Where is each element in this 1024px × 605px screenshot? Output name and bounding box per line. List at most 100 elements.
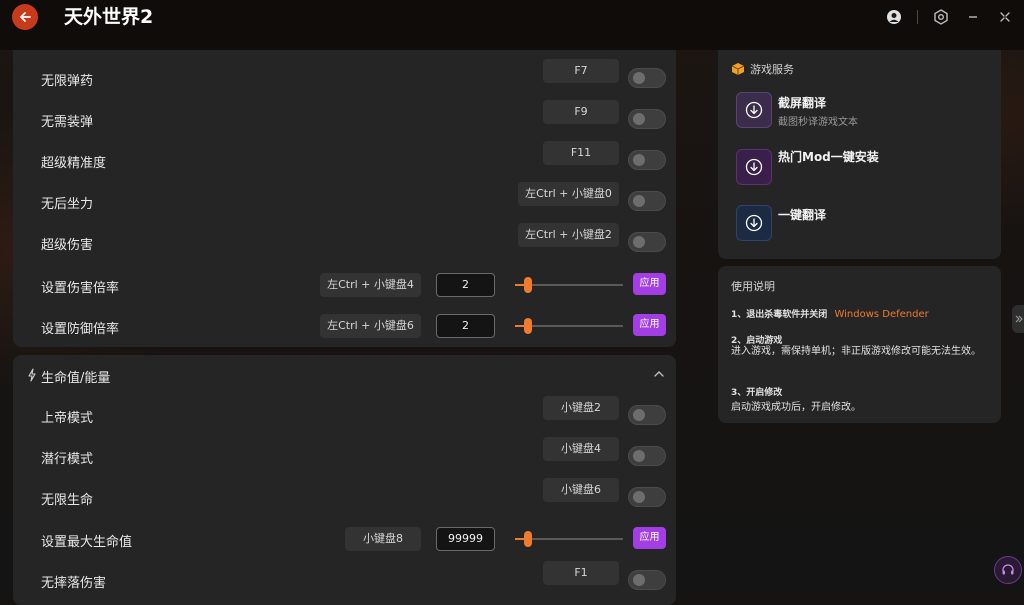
- cheat-toggle[interactable]: [628, 191, 666, 211]
- hotkey-badge[interactable]: 小键盘6: [543, 478, 619, 502]
- title-divider: [917, 10, 918, 24]
- guide-title: 使用说明: [731, 280, 775, 293]
- cheat-toggle[interactable]: [628, 570, 666, 590]
- minimize-icon: [969, 16, 977, 18]
- value-input[interactable]: 2: [436, 314, 495, 338]
- service-icon: [736, 92, 772, 128]
- windows-defender-link: Windows Defender: [834, 309, 929, 320]
- cheat-label: 设置最大生命值: [41, 535, 133, 550]
- cheat-row: 无限弹药 F7: [13, 59, 676, 100]
- guide-step-3-title: 3、开启修改: [731, 388, 783, 398]
- hotkey-badge[interactable]: 小键盘2: [543, 396, 619, 420]
- settings-icon: [934, 9, 948, 25]
- expand-panel-button[interactable]: [1012, 305, 1024, 333]
- section-header[interactable]: 生命值/能量: [13, 355, 676, 397]
- service-subtitle: 截图秒译游戏文本: [778, 117, 858, 128]
- section-title: 生命值/能量: [41, 371, 111, 386]
- hotkey-badge[interactable]: F11: [543, 141, 619, 165]
- cheat-toggle[interactable]: [628, 487, 666, 507]
- hotkey-badge[interactable]: 小键盘8: [345, 527, 421, 551]
- hotkey-badge[interactable]: 小键盘4: [543, 437, 619, 461]
- cheat-row: 上帝模式 小键盘2: [13, 396, 676, 437]
- slider-thumb[interactable]: [524, 277, 532, 293]
- chevron-up-icon[interactable]: [653, 369, 665, 379]
- hotkey-badge[interactable]: 左Ctrl + 小键盘6: [320, 314, 421, 338]
- usage-guide-card: 使用说明 1、退出杀毒软件并关闭 Windows Defender 2、启动游戏…: [718, 266, 1001, 423]
- cheat-label: 上帝模式: [41, 411, 94, 426]
- user-icon: [887, 10, 901, 24]
- health-panel: 生命值/能量 上帝模式 小键盘2 潜行模式 小键盘4 无限生命 小键盘6 设置最…: [13, 355, 676, 605]
- service-item-one-click-translate[interactable]: 一键翻译: [736, 205, 996, 245]
- apply-button[interactable]: 应用: [633, 273, 666, 295]
- slider-thumb[interactable]: [524, 318, 532, 334]
- hotkey-badge[interactable]: F7: [543, 59, 619, 83]
- guide-step-title: 1、退出杀毒软件并关闭: [731, 310, 828, 320]
- apply-button[interactable]: 应用: [633, 527, 666, 549]
- value-slider[interactable]: [515, 531, 623, 547]
- app-title: 天外世界2: [64, 6, 154, 28]
- back-button[interactable]: [12, 4, 38, 30]
- download-icon: [745, 101, 763, 119]
- cheat-label: 无限弹药: [41, 74, 94, 89]
- close-icon: [1000, 12, 1010, 22]
- cheat-toggle[interactable]: [628, 150, 666, 170]
- hotkey-badge[interactable]: 左Ctrl + 小键盘0: [518, 182, 619, 206]
- slider-row: 设置防御倍率 左Ctrl + 小键盘6 2 应用: [13, 307, 676, 348]
- cheat-row: 超级伤害 左Ctrl + 小键盘2: [13, 223, 676, 264]
- service-item-mod-install[interactable]: 热门Mod一键安装: [736, 148, 996, 188]
- guide-step-1: 1、退出杀毒软件并关闭 Windows Defender: [731, 307, 929, 320]
- cheat-label: 潜行模式: [41, 452, 94, 467]
- service-icon: [736, 149, 772, 185]
- minimize-button[interactable]: [964, 8, 982, 26]
- ammo-panel: 无限弹药 F7 无需装弹 F9 超级精准度 F11 无后坐力 左Ctrl + 小…: [13, 50, 676, 347]
- close-button[interactable]: [996, 8, 1014, 26]
- game-services-card: 游戏服务 截屏翻译 截图秒译游戏文本 热门Mod一键安装 一键翻译: [718, 50, 1001, 259]
- hotkey-badge[interactable]: 左Ctrl + 小键盘2: [518, 223, 619, 247]
- cheat-label: 超级精准度: [41, 156, 107, 171]
- user-button[interactable]: [885, 8, 903, 26]
- cheat-row: 无后坐力 左Ctrl + 小键盘0: [13, 182, 676, 223]
- hotkey-badge[interactable]: 左Ctrl + 小键盘4: [320, 273, 421, 297]
- download-icon: [745, 158, 763, 176]
- cheat-row: 超级精准度 F11: [13, 141, 676, 182]
- slider-row: 设置伤害倍率 左Ctrl + 小键盘4 2 应用: [13, 266, 676, 307]
- cheat-row: 无限生命 小键盘6: [13, 478, 676, 519]
- slider-thumb[interactable]: [524, 531, 532, 547]
- cheat-toggle[interactable]: [628, 446, 666, 466]
- cheat-toggle[interactable]: [628, 68, 666, 88]
- value-input[interactable]: 2: [436, 273, 495, 297]
- cheat-label: 无限生命: [41, 493, 94, 508]
- cheat-row: 无摔落伤害 F1: [13, 561, 676, 602]
- slider-row: 设置最大生命值 小键盘8 99999 应用: [13, 520, 676, 561]
- hotkey-badge[interactable]: F1: [543, 561, 619, 585]
- service-item-screenshot-translate[interactable]: 截屏翻译 截图秒译游戏文本: [736, 92, 996, 132]
- value-input[interactable]: 99999: [436, 527, 495, 551]
- settings-button[interactable]: [932, 8, 950, 26]
- cheat-row: 无需装弹 F9: [13, 100, 676, 141]
- cheat-label: 设置防御倍率: [41, 322, 120, 337]
- cheat-label: 设置伤害倍率: [41, 281, 120, 296]
- box-icon: [731, 63, 745, 75]
- download-icon: [745, 214, 763, 232]
- cheat-toggle[interactable]: [628, 109, 666, 129]
- services-title: 游戏服务: [750, 63, 794, 76]
- cheat-label: 超级伤害: [41, 238, 94, 253]
- double-chevron-right-icon: [1015, 315, 1023, 323]
- service-title: 截屏翻译: [778, 96, 827, 110]
- guide-step-3-text: 启动游戏成功后，开启修改。: [731, 402, 861, 413]
- cheat-label: 无摔落伤害: [41, 576, 107, 591]
- hotkey-badge[interactable]: F9: [543, 100, 619, 124]
- service-title: 热门Mod一键安装: [778, 150, 879, 164]
- apply-button[interactable]: 应用: [633, 314, 666, 336]
- cheat-row: 潜行模式 小键盘4: [13, 437, 676, 478]
- service-icon: [736, 205, 772, 241]
- service-title: 一键翻译: [778, 208, 827, 222]
- cheat-toggle[interactable]: [628, 232, 666, 252]
- value-slider[interactable]: [515, 277, 623, 293]
- cheat-toggle[interactable]: [628, 405, 666, 425]
- value-slider[interactable]: [515, 318, 623, 334]
- support-button[interactable]: [994, 556, 1022, 584]
- cheat-label: 无需装弹: [41, 115, 94, 130]
- cheat-label: 无后坐力: [41, 197, 94, 212]
- guide-step-2-text: 进入游戏，需保持单机；非正版游戏修改可能无法生效。: [731, 346, 981, 357]
